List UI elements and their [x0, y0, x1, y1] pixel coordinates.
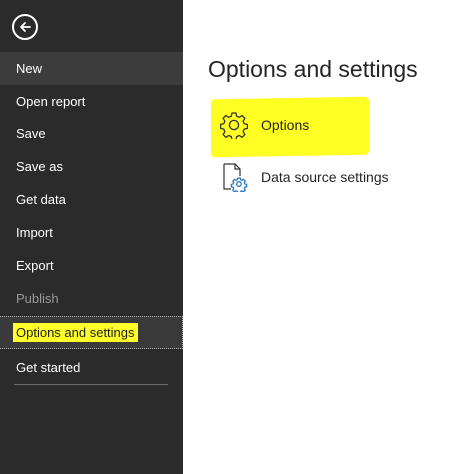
- main-panel: Options and settings Options Data source…: [183, 0, 474, 474]
- data-source-settings-button[interactable]: Data source settings: [219, 160, 389, 194]
- menu-item-get-started[interactable]: Get started: [0, 351, 183, 384]
- menu-divider: [14, 384, 168, 385]
- data-source-settings-label: Data source settings: [261, 169, 389, 185]
- menu-item-get-data[interactable]: Get data: [0, 183, 183, 216]
- gear-icon: [219, 110, 249, 140]
- options-label: Options: [261, 117, 310, 133]
- menu-item-label: Publish: [16, 291, 59, 306]
- menu-item-label: Save as: [16, 159, 63, 174]
- back-arrow-icon: [20, 22, 31, 32]
- menu-item-label: Get started: [16, 360, 81, 375]
- menu-item-label: Options and settings: [13, 323, 138, 342]
- menu-item-label: Open report: [16, 94, 86, 109]
- menu-item-open-report[interactable]: Open report: [0, 85, 183, 118]
- menu-item-publish: Publish: [0, 282, 183, 315]
- menu-item-label: New: [16, 61, 43, 76]
- page-title: Options and settings: [208, 56, 418, 82]
- menu-item-save-as[interactable]: Save as: [0, 150, 183, 183]
- back-button[interactable]: [12, 14, 38, 40]
- menu-item-label: Get data: [16, 192, 66, 207]
- document-gear-icon: [219, 162, 249, 192]
- menu-item-new[interactable]: New: [0, 52, 183, 85]
- menu-item-label: Save: [16, 126, 46, 141]
- menu-item-import[interactable]: Import: [0, 216, 183, 249]
- options-button[interactable]: Options: [219, 108, 309, 142]
- menu-item-options-and-settings[interactable]: Options and settings: [0, 316, 183, 349]
- menu-item-label: Export: [16, 258, 54, 273]
- menu-item-save[interactable]: Save: [0, 117, 183, 150]
- menu-item-label: Import: [16, 225, 53, 240]
- menu-item-export[interactable]: Export: [0, 249, 183, 282]
- file-menu-sidebar: New Open report Save Save as Get data Im…: [0, 0, 183, 474]
